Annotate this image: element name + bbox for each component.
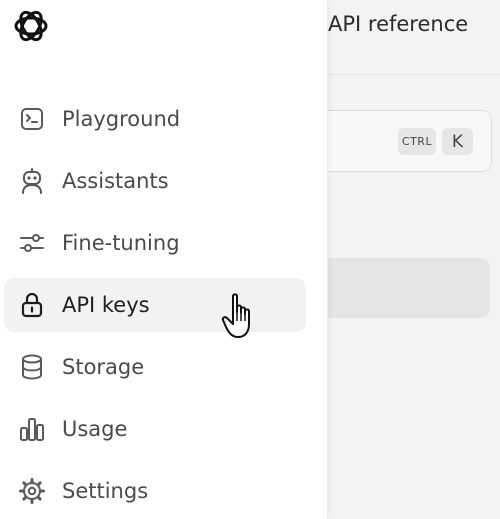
api-reference-link[interactable]: API reference (328, 12, 468, 36)
sidebar-item-settings[interactable]: Settings (4, 464, 306, 518)
bar-chart-icon (16, 413, 48, 445)
sidebar-item-storage[interactable]: Storage (4, 340, 306, 394)
sidebar-item-label: Storage (62, 355, 145, 379)
database-icon (16, 351, 48, 383)
openai-logo-icon (14, 10, 48, 42)
shortcut-ctrl-key: CTRL (398, 128, 436, 155)
sidebar-item-label: Playground (62, 107, 181, 131)
shortcut-k-key: K (442, 128, 473, 155)
sidebar-item-usage[interactable]: Usage (4, 402, 306, 456)
openai-logo[interactable] (10, 5, 52, 47)
sidebar-item-label: Fine-tuning (62, 231, 180, 255)
sidebar-item-label: Usage (62, 417, 128, 441)
sidebar-item-playground[interactable]: Playground (4, 92, 306, 146)
sidebar-item-fine-tuning[interactable]: Fine-tuning (4, 216, 306, 270)
highlighted-row (300, 258, 490, 318)
lock-icon (16, 289, 48, 321)
sidebar-item-api-keys[interactable]: API keys (4, 278, 306, 332)
gear-icon (16, 475, 48, 507)
sidebar-item-label: API keys (62, 293, 150, 317)
sidebar-item-label: Assistants (62, 169, 169, 193)
sidebar-item-assistants[interactable]: Assistants (4, 154, 306, 208)
sidebar-item-label: Settings (62, 479, 149, 503)
robot-icon (16, 165, 48, 197)
app-window: API reference CTRL K Playground Assistan… (0, 0, 500, 519)
sliders-icon (16, 227, 48, 259)
sidebar: Playground Assistants Fine-tuning API ke… (0, 0, 328, 519)
terminal-icon (16, 103, 48, 135)
